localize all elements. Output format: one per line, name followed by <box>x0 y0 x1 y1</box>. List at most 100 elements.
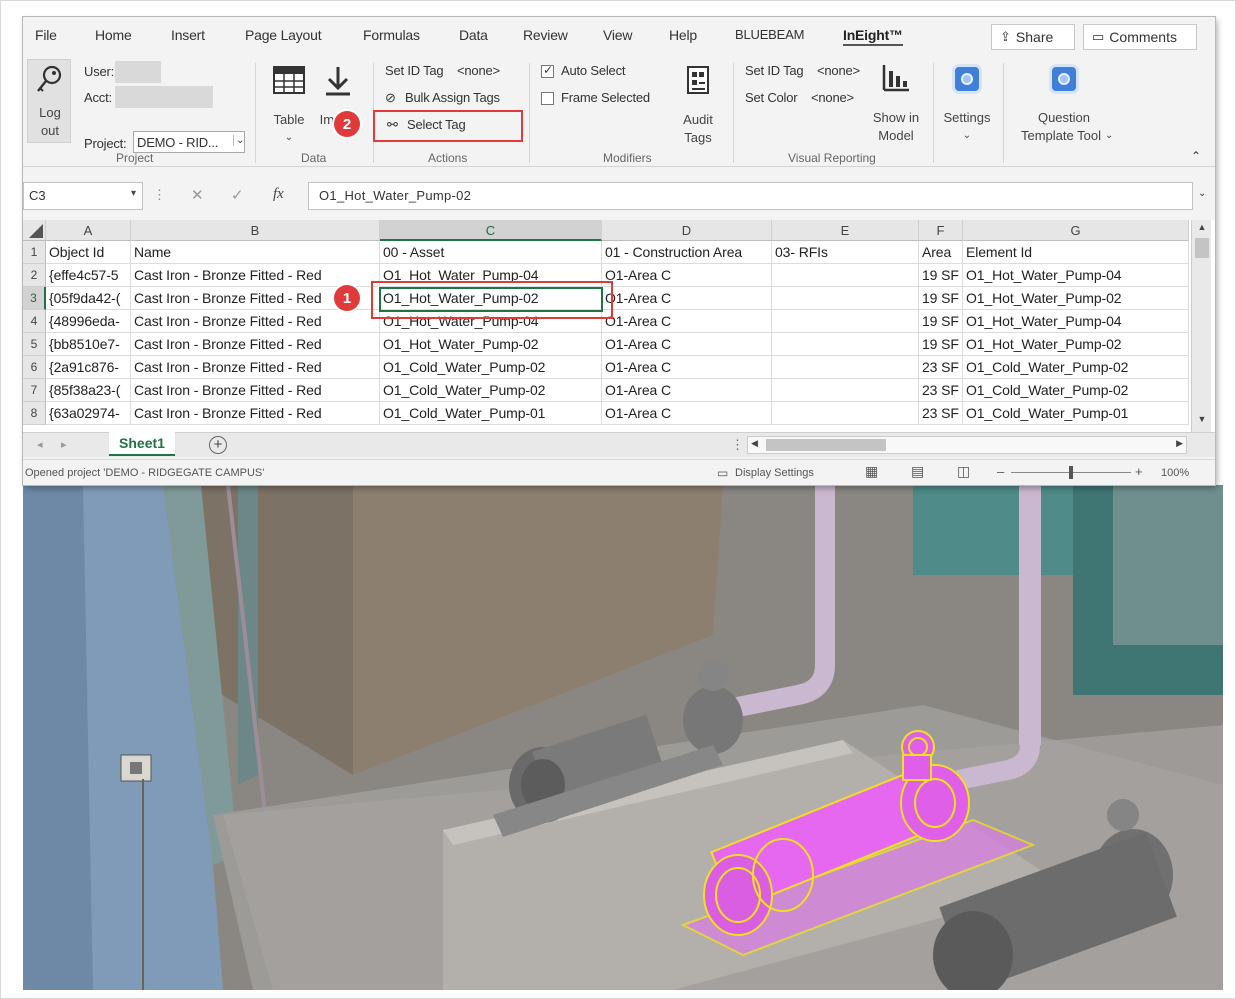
vr-set-id-tag-action[interactable]: Set ID Tag <none> <box>745 63 875 83</box>
zoom-in-icon[interactable]: + <box>1135 464 1143 479</box>
horizontal-scroll-thumb[interactable] <box>766 439 886 451</box>
col-header-g[interactable]: G <box>963 220 1189 241</box>
next-sheet-icon[interactable]: ▸ <box>61 438 67 451</box>
page-layout-view-icon[interactable]: ▤ <box>911 463 924 480</box>
scroll-down-icon[interactable]: ▼ <box>1194 414 1210 428</box>
scroll-left-icon[interactable]: ◀ <box>751 438 758 449</box>
audit-tags-button[interactable]: Audit Tags <box>673 65 723 145</box>
zoom-level[interactable]: 100% <box>1161 467 1189 479</box>
question-template-tool-button[interactable]: Question Template Tool ⌄ <box>1009 63 1119 147</box>
tab-file[interactable]: File <box>35 27 57 43</box>
row-header[interactable]: 3 <box>23 287 46 310</box>
cell-object-id[interactable]: {2a91c876- <box>46 356 131 379</box>
header-cell-asset[interactable]: 00 - Asset <box>380 241 602 264</box>
row-header[interactable]: 1 <box>23 241 46 264</box>
share-button[interactable]: ⇪ Share <box>991 24 1075 50</box>
tab-review[interactable]: Review <box>523 27 568 43</box>
cell-name[interactable]: Cast Iron - Bronze Fitted - Red <box>131 356 380 379</box>
expand-formula-icon[interactable]: ⌄ <box>1198 188 1206 199</box>
tab-view[interactable]: View <box>603 27 632 43</box>
cell-name[interactable]: Cast Iron - Bronze Fitted - Red <box>131 379 380 402</box>
cell-rfis[interactable] <box>772 287 919 310</box>
cell-object-id[interactable]: {85f38a23-( <box>46 379 131 402</box>
cell-rfis[interactable] <box>772 402 919 425</box>
vertical-scrollbar[interactable]: ▲ ▼ <box>1191 220 1211 432</box>
cell-object-id[interactable]: {48996eda- <box>46 310 131 333</box>
cell-area[interactable]: 23 SF <box>919 379 963 402</box>
bulk-assign-tags-button[interactable]: ⊘ Bulk Assign Tags <box>385 90 545 110</box>
normal-view-icon[interactable]: ▦ <box>865 463 878 480</box>
cell-element-id[interactable]: O1_Hot_Water_Pump-02 <box>963 333 1189 356</box>
scroll-thumb[interactable] <box>1195 238 1209 258</box>
select-all-corner[interactable] <box>23 220 46 241</box>
sheet-tab-sheet1[interactable]: Sheet1 <box>109 432 175 456</box>
cell-construction-area[interactable]: O1-Area C <box>602 287 772 310</box>
model-viewport[interactable] <box>23 485 1223 990</box>
tab-data[interactable]: Data <box>459 27 488 43</box>
row-header[interactable]: 7 <box>23 379 46 402</box>
row-header[interactable]: 2 <box>23 264 46 287</box>
set-id-tag-action[interactable]: Set ID Tag <none> <box>385 63 545 83</box>
cell-element-id[interactable]: O1_Hot_Water_Pump-04 <box>963 310 1189 333</box>
cell-area[interactable]: 23 SF <box>919 402 963 425</box>
project-select[interactable]: DEMO - RID... ⌄ <box>133 131 245 153</box>
cell-object-id[interactable]: {63a02974- <box>46 402 131 425</box>
cancel-icon[interactable]: ✕ <box>191 186 204 204</box>
cell-area[interactable]: 19 SF <box>919 310 963 333</box>
add-sheet-button[interactable]: + <box>209 436 227 454</box>
cell-rfis[interactable] <box>772 379 919 402</box>
cell-name[interactable]: Cast Iron - Bronze Fitted - Red <box>131 310 380 333</box>
cell-name[interactable]: Cast Iron - Bronze Fitted - Red <box>131 264 380 287</box>
zoom-out-icon[interactable]: – <box>997 464 1004 479</box>
tab-insert[interactable]: Insert <box>171 27 205 43</box>
tab-formulas[interactable]: Formulas <box>363 27 420 43</box>
page-break-view-icon[interactable]: ◫ <box>957 463 970 480</box>
set-color-action[interactable]: Set Color <none> <box>745 90 875 110</box>
col-header-f[interactable]: F <box>919 220 963 241</box>
name-box[interactable]: C3 ▾ <box>23 182 143 210</box>
header-cell-name[interactable]: Name <box>131 241 380 264</box>
cell-object-id[interactable]: {effe4c57-5 <box>46 264 131 287</box>
comments-button[interactable]: ▭ Comments <box>1083 24 1197 50</box>
header-cell-element-id[interactable]: Element Id <box>963 241 1189 264</box>
horizontal-scrollbar[interactable]: ◀ ▶ <box>747 436 1187 454</box>
settings-button[interactable]: Settings ⌄ <box>939 63 995 147</box>
cell-element-id[interactable]: O1_Hot_Water_Pump-02 <box>963 287 1189 310</box>
header-cell-rfis[interactable]: 03- RFIs <box>772 241 919 264</box>
cell-construction-area[interactable]: O1-Area C <box>602 356 772 379</box>
scroll-right-icon[interactable]: ▶ <box>1176 438 1183 449</box>
cell-asset[interactable]: O1_Cold_Water_Pump-01 <box>380 402 602 425</box>
cell-rfis[interactable] <box>772 333 919 356</box>
cell-object-id[interactable]: {05f9da42-( <box>46 287 131 310</box>
row-header[interactable]: 4 <box>23 310 46 333</box>
cell-area[interactable]: 19 SF <box>919 333 963 356</box>
cell-name[interactable]: Cast Iron - Bronze Fitted - Red <box>131 333 380 356</box>
row-header[interactable]: 6 <box>23 356 46 379</box>
cell-element-id[interactable]: O1_Hot_Water_Pump-04 <box>963 264 1189 287</box>
tab-help[interactable]: Help <box>669 27 697 43</box>
enter-icon[interactable]: ✓ <box>231 186 244 204</box>
cell-asset[interactable]: O1_Cold_Water_Pump-02 <box>380 356 602 379</box>
row-header[interactable]: 5 <box>23 333 46 356</box>
cell-construction-area[interactable]: O1-Area C <box>602 402 772 425</box>
cell-name[interactable]: Cast Iron - Bronze Fitted - Red <box>131 402 380 425</box>
col-header-e[interactable]: E <box>772 220 919 241</box>
header-cell-area[interactable]: Area <box>919 241 963 264</box>
cell-object-id[interactable]: {bb8510e7- <box>46 333 131 356</box>
col-header-c[interactable]: C <box>380 220 602 241</box>
cell-construction-area[interactable]: O1-Area C <box>602 333 772 356</box>
function-icon[interactable]: fx <box>273 186 284 203</box>
formula-input[interactable]: O1_Hot_Water_Pump-02 <box>308 182 1193 210</box>
cell-construction-area[interactable]: O1-Area C <box>602 264 772 287</box>
header-cell-construction-area[interactable]: 01 - Construction Area <box>602 241 772 264</box>
cell-element-id[interactable]: O1_Cold_Water_Pump-02 <box>963 356 1189 379</box>
cell-rfis[interactable] <box>772 356 919 379</box>
cell-rfis[interactable] <box>772 310 919 333</box>
worksheet-grid[interactable]: A B C D E F G ▲ ▼ 1 Object Id Name 00 - Ass… <box>23 220 1215 432</box>
zoom-slider[interactable] <box>1011 466 1131 479</box>
auto-select-checkbox[interactable]: ✓ <box>541 63 554 78</box>
show-in-model-button[interactable]: Show in Model <box>868 63 924 147</box>
zoom-slider-thumb[interactable] <box>1069 466 1073 479</box>
prev-sheet-icon[interactable]: ◂ <box>37 438 43 451</box>
cell-asset[interactable]: O1_Hot_Water_Pump-02 <box>380 333 602 356</box>
